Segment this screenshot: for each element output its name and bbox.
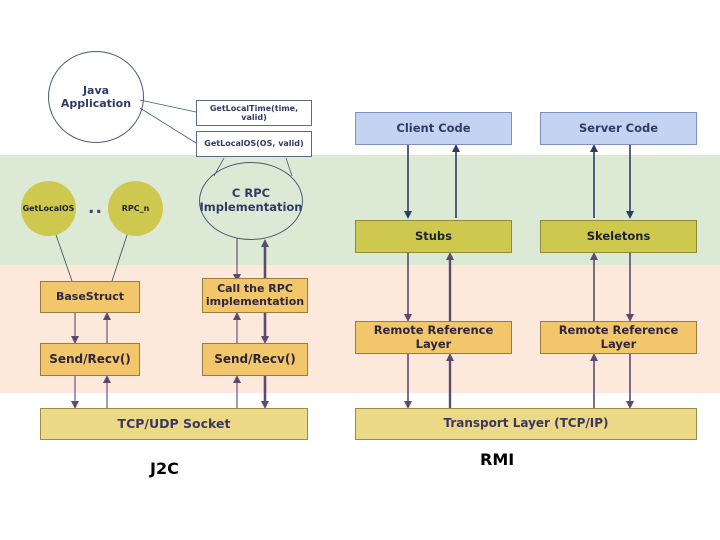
rmi-section-label-text: RMI <box>480 450 515 469</box>
j2c-section-label-text: J2C <box>150 459 179 478</box>
c-rpc-label-line2: Implementation <box>199 200 303 214</box>
tcp-udp-socket-box[interactable]: TCP/UDP Socket <box>40 408 308 440</box>
stub-circle-getlocalos[interactable]: GetLocalOS <box>21 181 76 236</box>
remote-reference-layer-server-label: Remote Reference Layer <box>558 323 679 351</box>
client-code-box[interactable]: Client Code <box>355 112 512 145</box>
server-code-label: Server Code <box>578 120 659 135</box>
java-application-label-line1: Java <box>82 83 110 97</box>
api-call-getlocaltime-label: GetLocalTime(time, valid) <box>209 103 299 122</box>
diagram-canvas: Java Application GetLocalTime(time, vali… <box>0 0 720 540</box>
client-code-label: Client Code <box>396 120 471 135</box>
remote-reference-layer-client-box[interactable]: Remote Reference Layer <box>355 321 512 354</box>
rmi-section-label: RMI <box>480 450 514 469</box>
call-rpc-label-line2: implementation <box>205 294 305 308</box>
send-recv-right-label: Send/Recv() <box>214 351 296 366</box>
call-rpc-label-line1: Call the RPC <box>217 281 293 295</box>
call-rpc-implementation-box[interactable]: Call the RPC implementation <box>202 278 308 313</box>
java-application-label-line2: Application <box>60 97 132 110</box>
api-call-getlocaltime[interactable]: GetLocalTime(time, valid) <box>196 100 312 126</box>
transport-layer-box[interactable]: Transport Layer (TCP/IP) <box>355 408 697 440</box>
j2c-section-label: J2C <box>150 459 179 478</box>
api-call-getlocalos[interactable]: GetLocalOS(OS, valid) <box>196 131 312 157</box>
stub-circle-rpcn-label: RPC_n <box>121 203 150 213</box>
ellipsis-separator: .. <box>88 200 103 217</box>
server-code-box[interactable]: Server Code <box>540 112 697 145</box>
api-call-getlocalos-label: GetLocalOS(OS, valid) <box>204 139 304 149</box>
send-recv-left-label: Send/Recv() <box>49 351 131 366</box>
tcp-udp-socket-label: TCP/UDP Socket <box>117 415 231 431</box>
transport-layer-label: Transport Layer (TCP/IP) <box>443 416 609 431</box>
stubs-box[interactable]: Stubs <box>355 220 512 253</box>
remote-reference-layer-client-label: Remote Reference Layer <box>373 323 494 351</box>
stub-circle-rpcn[interactable]: RPC_n <box>108 181 163 236</box>
remote-reference-layer-server-box[interactable]: Remote Reference Layer <box>540 321 697 354</box>
ellipsis-separator-label: .. <box>88 198 103 218</box>
base-struct-box[interactable]: BaseStruct <box>40 281 140 313</box>
send-recv-left-box[interactable]: Send/Recv() <box>40 343 140 376</box>
java-application-circle[interactable]: Java Application <box>48 51 144 143</box>
c-rpc-implementation-circle[interactable]: C RPC Implementation <box>199 162 303 240</box>
stub-circle-getlocalos-label: GetLocalOS <box>22 203 75 213</box>
stubs-label: Stubs <box>414 228 453 243</box>
base-struct-label: BaseStruct <box>55 289 125 303</box>
skeletons-label: Skeletons <box>586 228 651 243</box>
skeletons-box[interactable]: Skeletons <box>540 220 697 253</box>
c-rpc-label-line1: C RPC <box>231 186 271 201</box>
send-recv-right-box[interactable]: Send/Recv() <box>202 343 308 376</box>
